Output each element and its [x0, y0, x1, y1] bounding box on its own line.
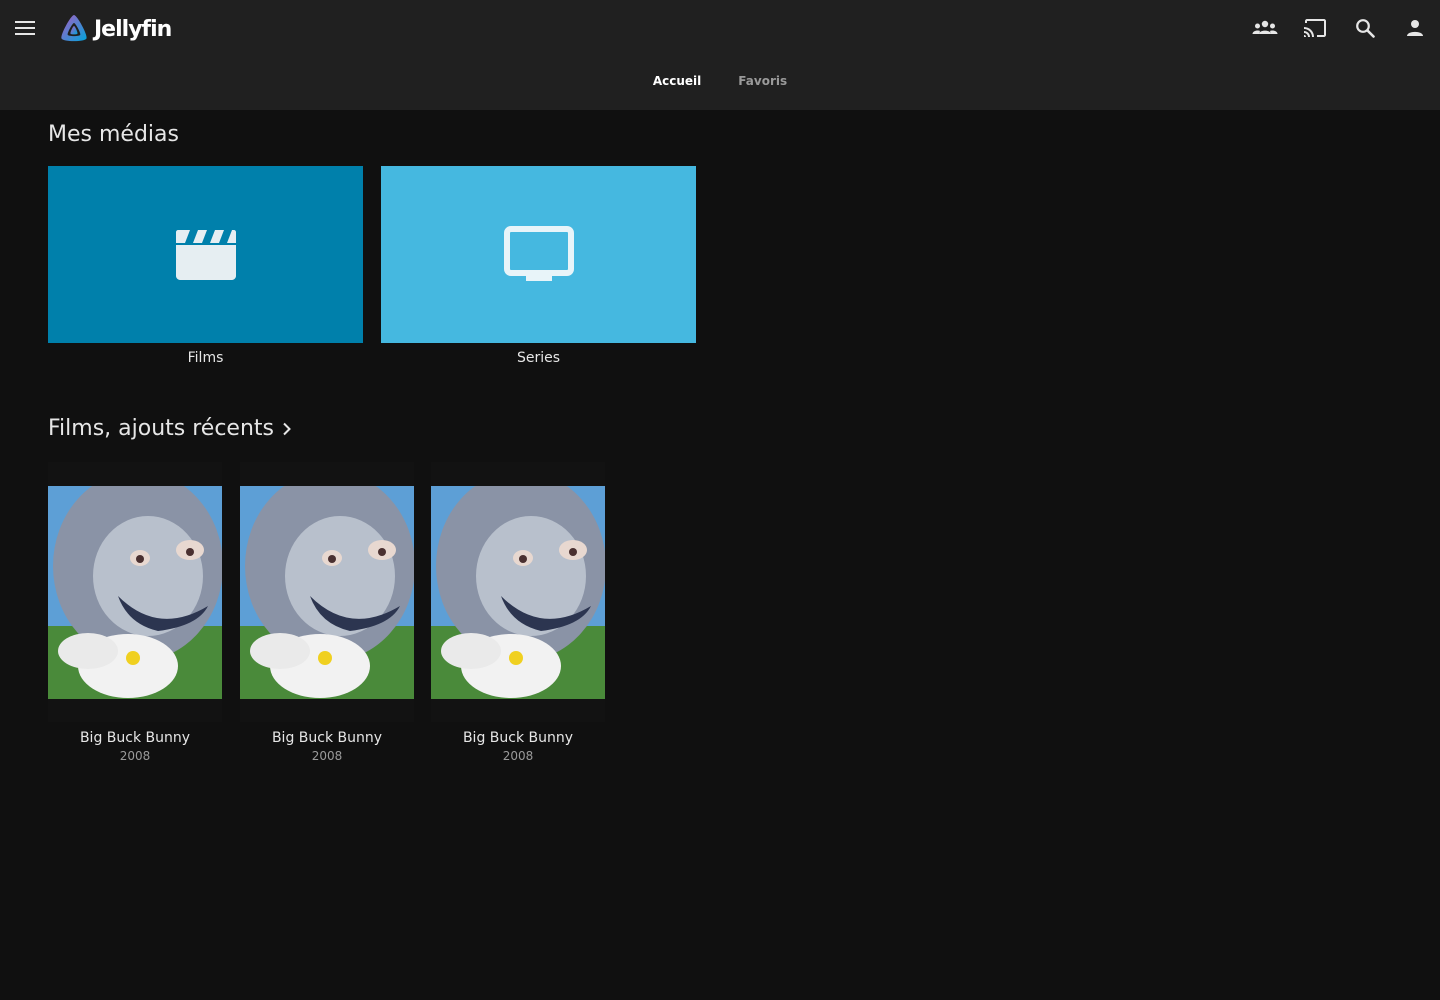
recent-movies-title: Films, ajouts récents	[48, 416, 274, 441]
tab-favoris[interactable]: Favoris	[738, 72, 787, 96]
tab-accueil[interactable]: Accueil	[653, 72, 701, 96]
jellyfin-logo-icon	[61, 15, 87, 42]
chevron-right-icon	[283, 422, 291, 435]
movie-card[interactable]: Big Buck Bunny 2008	[431, 462, 605, 763]
movie-year: 2008	[119, 749, 151, 763]
movie-card[interactable]: Big Buck Bunny 2008	[48, 462, 222, 763]
user-icon	[1407, 20, 1423, 36]
clapperboard-icon	[175, 229, 236, 280]
home-tabs: Accueil Favoris	[0, 72, 1440, 96]
movie-poster[interactable]	[240, 462, 414, 722]
movie-poster[interactable]	[48, 462, 222, 722]
movie-poster[interactable]	[431, 462, 605, 722]
syncplay-button[interactable]	[1240, 12, 1290, 44]
app-header: Jellyfin Accueil Favoris	[0, 0, 1440, 110]
movie-year: 2008	[311, 749, 343, 763]
my-media-title: Mes médias	[48, 122, 179, 147]
search-button[interactable]	[1340, 12, 1390, 44]
library-label-series[interactable]: Series	[381, 350, 696, 366]
movie-title[interactable]: Big Buck Bunny	[431, 730, 605, 746]
big-buck-bunny-poster-image	[48, 486, 222, 699]
syncplay-icon	[1252, 20, 1278, 34]
jellyfin-logo[interactable]: Jellyfin	[58, 12, 172, 46]
recent-movies-header[interactable]: Films, ajouts récents	[48, 416, 292, 441]
menu-button[interactable]	[9, 12, 41, 44]
menu-icon	[15, 21, 35, 35]
movie-card[interactable]: Big Buck Bunny 2008	[240, 462, 414, 763]
cast-button[interactable]	[1290, 12, 1340, 44]
movie-year: 2008	[502, 749, 534, 763]
search-icon	[1356, 19, 1375, 38]
user-menu-button[interactable]	[1390, 12, 1440, 44]
header-actions	[1240, 12, 1440, 44]
movie-title[interactable]: Big Buck Bunny	[48, 730, 222, 746]
tv-icon	[503, 225, 574, 281]
library-card-films[interactable]	[48, 166, 363, 343]
app-name: Jellyfin	[94, 16, 172, 42]
library-label-films[interactable]: Films	[48, 350, 363, 366]
big-buck-bunny-poster-image	[431, 486, 605, 699]
library-card-series[interactable]	[381, 166, 696, 343]
cast-icon	[1304, 19, 1326, 37]
movie-title[interactable]: Big Buck Bunny	[240, 730, 414, 746]
big-buck-bunny-poster-image	[240, 486, 414, 699]
